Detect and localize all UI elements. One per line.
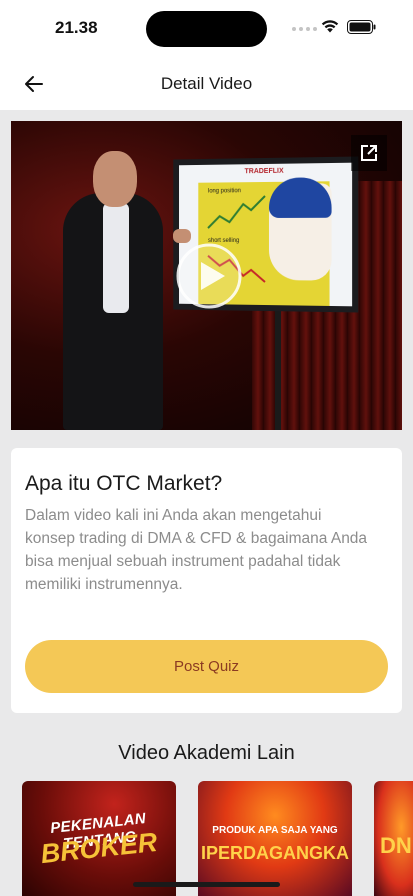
home-indicator[interactable] — [133, 882, 280, 887]
wifi-icon — [321, 20, 339, 33]
post-quiz-button[interactable]: Post Quiz — [25, 640, 388, 693]
thumbnail-3-line2: DN — [380, 833, 412, 858]
video-thumbnail-1[interactable]: PEKENALAN TENTANG BROKER — [22, 781, 176, 896]
dynamic-island — [146, 11, 267, 47]
status-time: 21.38 — [55, 18, 98, 37]
open-external-button[interactable] — [351, 135, 387, 171]
screen-stand — [275, 311, 281, 430]
video-player[interactable]: TRADEFLIX long position short selling — [11, 121, 402, 430]
section-title-other-videos: Video Akademi Lain — [118, 742, 295, 764]
app-header: Detail Video — [0, 58, 413, 110]
video-description: Dalam video kali ini Anda akan mengetahu… — [25, 507, 368, 593]
video-thumbnail-3[interactable]: DN — [374, 781, 413, 896]
battery-icon — [347, 20, 376, 34]
page-title: Detail Video — [160, 74, 253, 93]
screen-brand: TRADEFLIX — [244, 167, 284, 176]
status-bar: 21.38 — [0, 0, 413, 58]
open-external-icon — [361, 145, 377, 161]
signal-dots-icon — [292, 27, 317, 31]
thumbnail-2-line1: PRODUK APA SAJA YANG — [212, 825, 338, 836]
play-circle-icon[interactable] — [175, 242, 243, 310]
video-title: Apa itu OTC Market? — [25, 472, 223, 495]
video-thumbnail-2[interactable]: PRODUK APA SAJA YANG IPERDAGANGKA — [198, 781, 352, 896]
thumbnail-2-line2: IPERDAGANGKA — [200, 843, 349, 863]
video-info-card: Apa itu OTC Market? Dalam video kali ini… — [11, 448, 402, 713]
